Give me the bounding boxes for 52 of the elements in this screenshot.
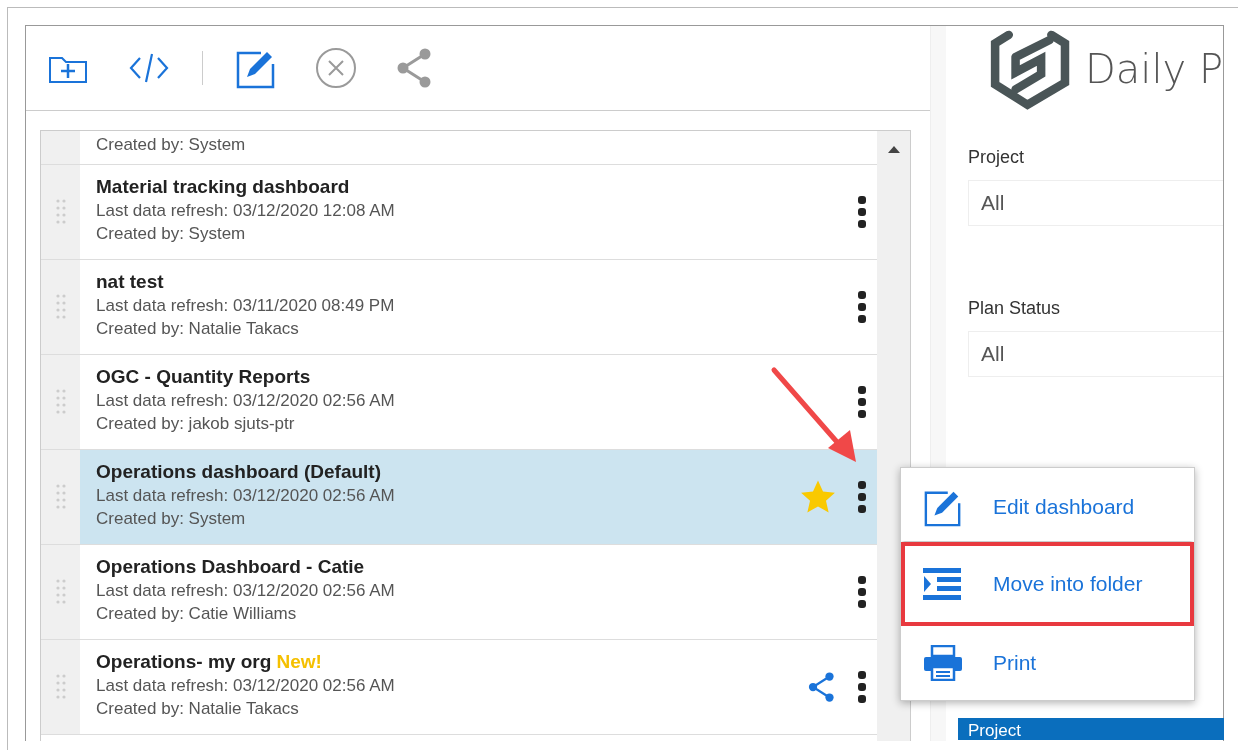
created-by-text: Created by: jakob sjuts-ptr bbox=[96, 413, 296, 435]
last-refresh-text: Last data refresh: 03/12/2020 02:56 AM bbox=[96, 485, 396, 507]
filter-dropdown[interactable]: All bbox=[968, 180, 1223, 226]
dashboard-title: OGC - Quantity Reports bbox=[96, 365, 312, 389]
menu-item[interactable]: Edit dashboard bbox=[901, 468, 1194, 542]
drag-handle-icon[interactable] bbox=[55, 483, 66, 511]
table-header: Project bbox=[958, 718, 1224, 740]
created-by-text: Created by: System bbox=[96, 508, 247, 530]
menu-item[interactable]: Move into folder bbox=[901, 542, 1194, 626]
dashboard-item[interactable]: nat test Last data refresh: 03/11/2020 08:49 PM Created by: Natalie Takacs bbox=[41, 260, 877, 355]
dashboard-item[interactable]: Operations- my org New! Last data refresh: 03/12/2020 02:56 AM Created by: Natalie Takacs bbox=[41, 640, 877, 735]
last-refresh-text: Last data refresh: 03/12/2020 02:56 AM bbox=[96, 580, 396, 602]
dashboard-item[interactable]: Material tracking dashboard Last data refresh: 03/12/2020 12:08 AM Created by: System bbox=[41, 165, 877, 260]
printer-icon bbox=[923, 645, 963, 681]
more-options-icon[interactable] bbox=[857, 196, 867, 228]
last-refresh-text: Last data refresh: 03/12/2020 02:56 AM bbox=[96, 675, 396, 697]
drag-handle-icon[interactable] bbox=[55, 578, 66, 606]
indent-icon bbox=[923, 568, 963, 600]
last-refresh-text: Last data refresh: 03/12/2020 12:08 AM bbox=[96, 200, 396, 222]
share-icon[interactable] bbox=[807, 671, 837, 703]
drag-handle-icon[interactable] bbox=[55, 673, 66, 701]
report-title: Daily P bbox=[1084, 45, 1223, 92]
dashboard-item[interactable]: Operations dashboard (Default) Last data refresh: 03/12/2020 02:56 AM Created by: System bbox=[41, 450, 877, 545]
code-icon[interactable] bbox=[128, 51, 170, 85]
drag-handle-icon[interactable] bbox=[55, 293, 66, 321]
filter-label: Project bbox=[968, 147, 1026, 168]
dashboard-title: Operations- my org New! bbox=[96, 650, 323, 674]
dashboard-title: Material tracking dashboard bbox=[96, 175, 351, 199]
more-options-icon[interactable] bbox=[857, 386, 867, 418]
created-by-text: Created by: Catie Williams bbox=[96, 603, 298, 625]
more-options-icon[interactable] bbox=[857, 576, 867, 608]
dashboard-title: nat test bbox=[96, 270, 165, 294]
last-refresh-text: Last data refresh: 03/12/2020 02:56 AM bbox=[96, 390, 396, 412]
last-refresh-text: Last data refresh: 03/11/2020 08:49 PM bbox=[96, 295, 396, 317]
scroll-up-icon[interactable] bbox=[887, 146, 900, 153]
created-by-text: Created by: System bbox=[96, 134, 247, 156]
dashboard-title: Operations Dashboard - Catie bbox=[96, 555, 366, 579]
more-options-icon[interactable] bbox=[857, 671, 867, 703]
star-icon[interactable] bbox=[799, 479, 837, 515]
created-by-text: Created by: System bbox=[96, 223, 247, 245]
dashboard-title: Operations dashboard (Default) bbox=[96, 460, 383, 484]
dashboard-item[interactable]: Created by: System bbox=[41, 131, 877, 165]
more-options-icon[interactable] bbox=[857, 481, 867, 513]
drag-handle-icon[interactable] bbox=[55, 198, 66, 226]
more-options-icon[interactable] bbox=[857, 291, 867, 323]
created-by-text: Created by: Natalie Takacs bbox=[96, 698, 300, 720]
dashboard-item[interactable]: Operations Dashboard - Catie Last data refresh: 03/12/2020 02:56 AM Created by: Catie Williams bbox=[41, 545, 877, 640]
filter-dropdown[interactable]: All bbox=[968, 331, 1223, 377]
menu-item[interactable]: Print bbox=[901, 626, 1194, 700]
drag-handle-icon[interactable] bbox=[55, 388, 66, 416]
created-by-text: Created by: Natalie Takacs bbox=[96, 318, 300, 340]
filter-label: Plan Status bbox=[968, 298, 1062, 319]
